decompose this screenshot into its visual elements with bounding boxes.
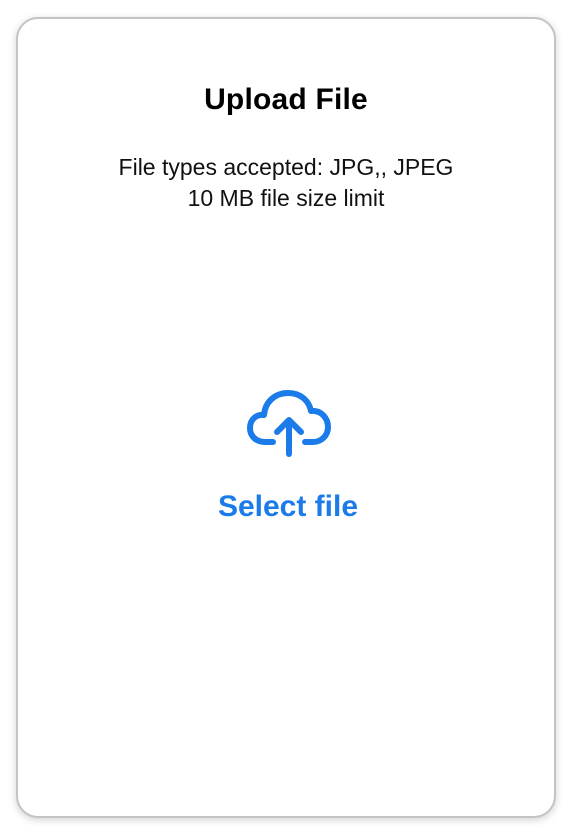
select-file-button[interactable]: Select file: [188, 379, 388, 539]
upload-requirements: File types accepted: JPG,, JPEG 10 MB fi…: [18, 152, 554, 214]
accepted-file-types: File types accepted: JPG,, JPEG: [118, 154, 454, 180]
cloud-upload-icon[interactable]: [247, 388, 331, 460]
file-size-limit: 10 MB file size limit: [187, 185, 385, 211]
upload-dialog: Upload File File types accepted: JPG,, J…: [16, 17, 556, 818]
dialog-title: Upload File: [204, 83, 368, 116]
select-file-label[interactable]: Select file: [188, 490, 388, 524]
